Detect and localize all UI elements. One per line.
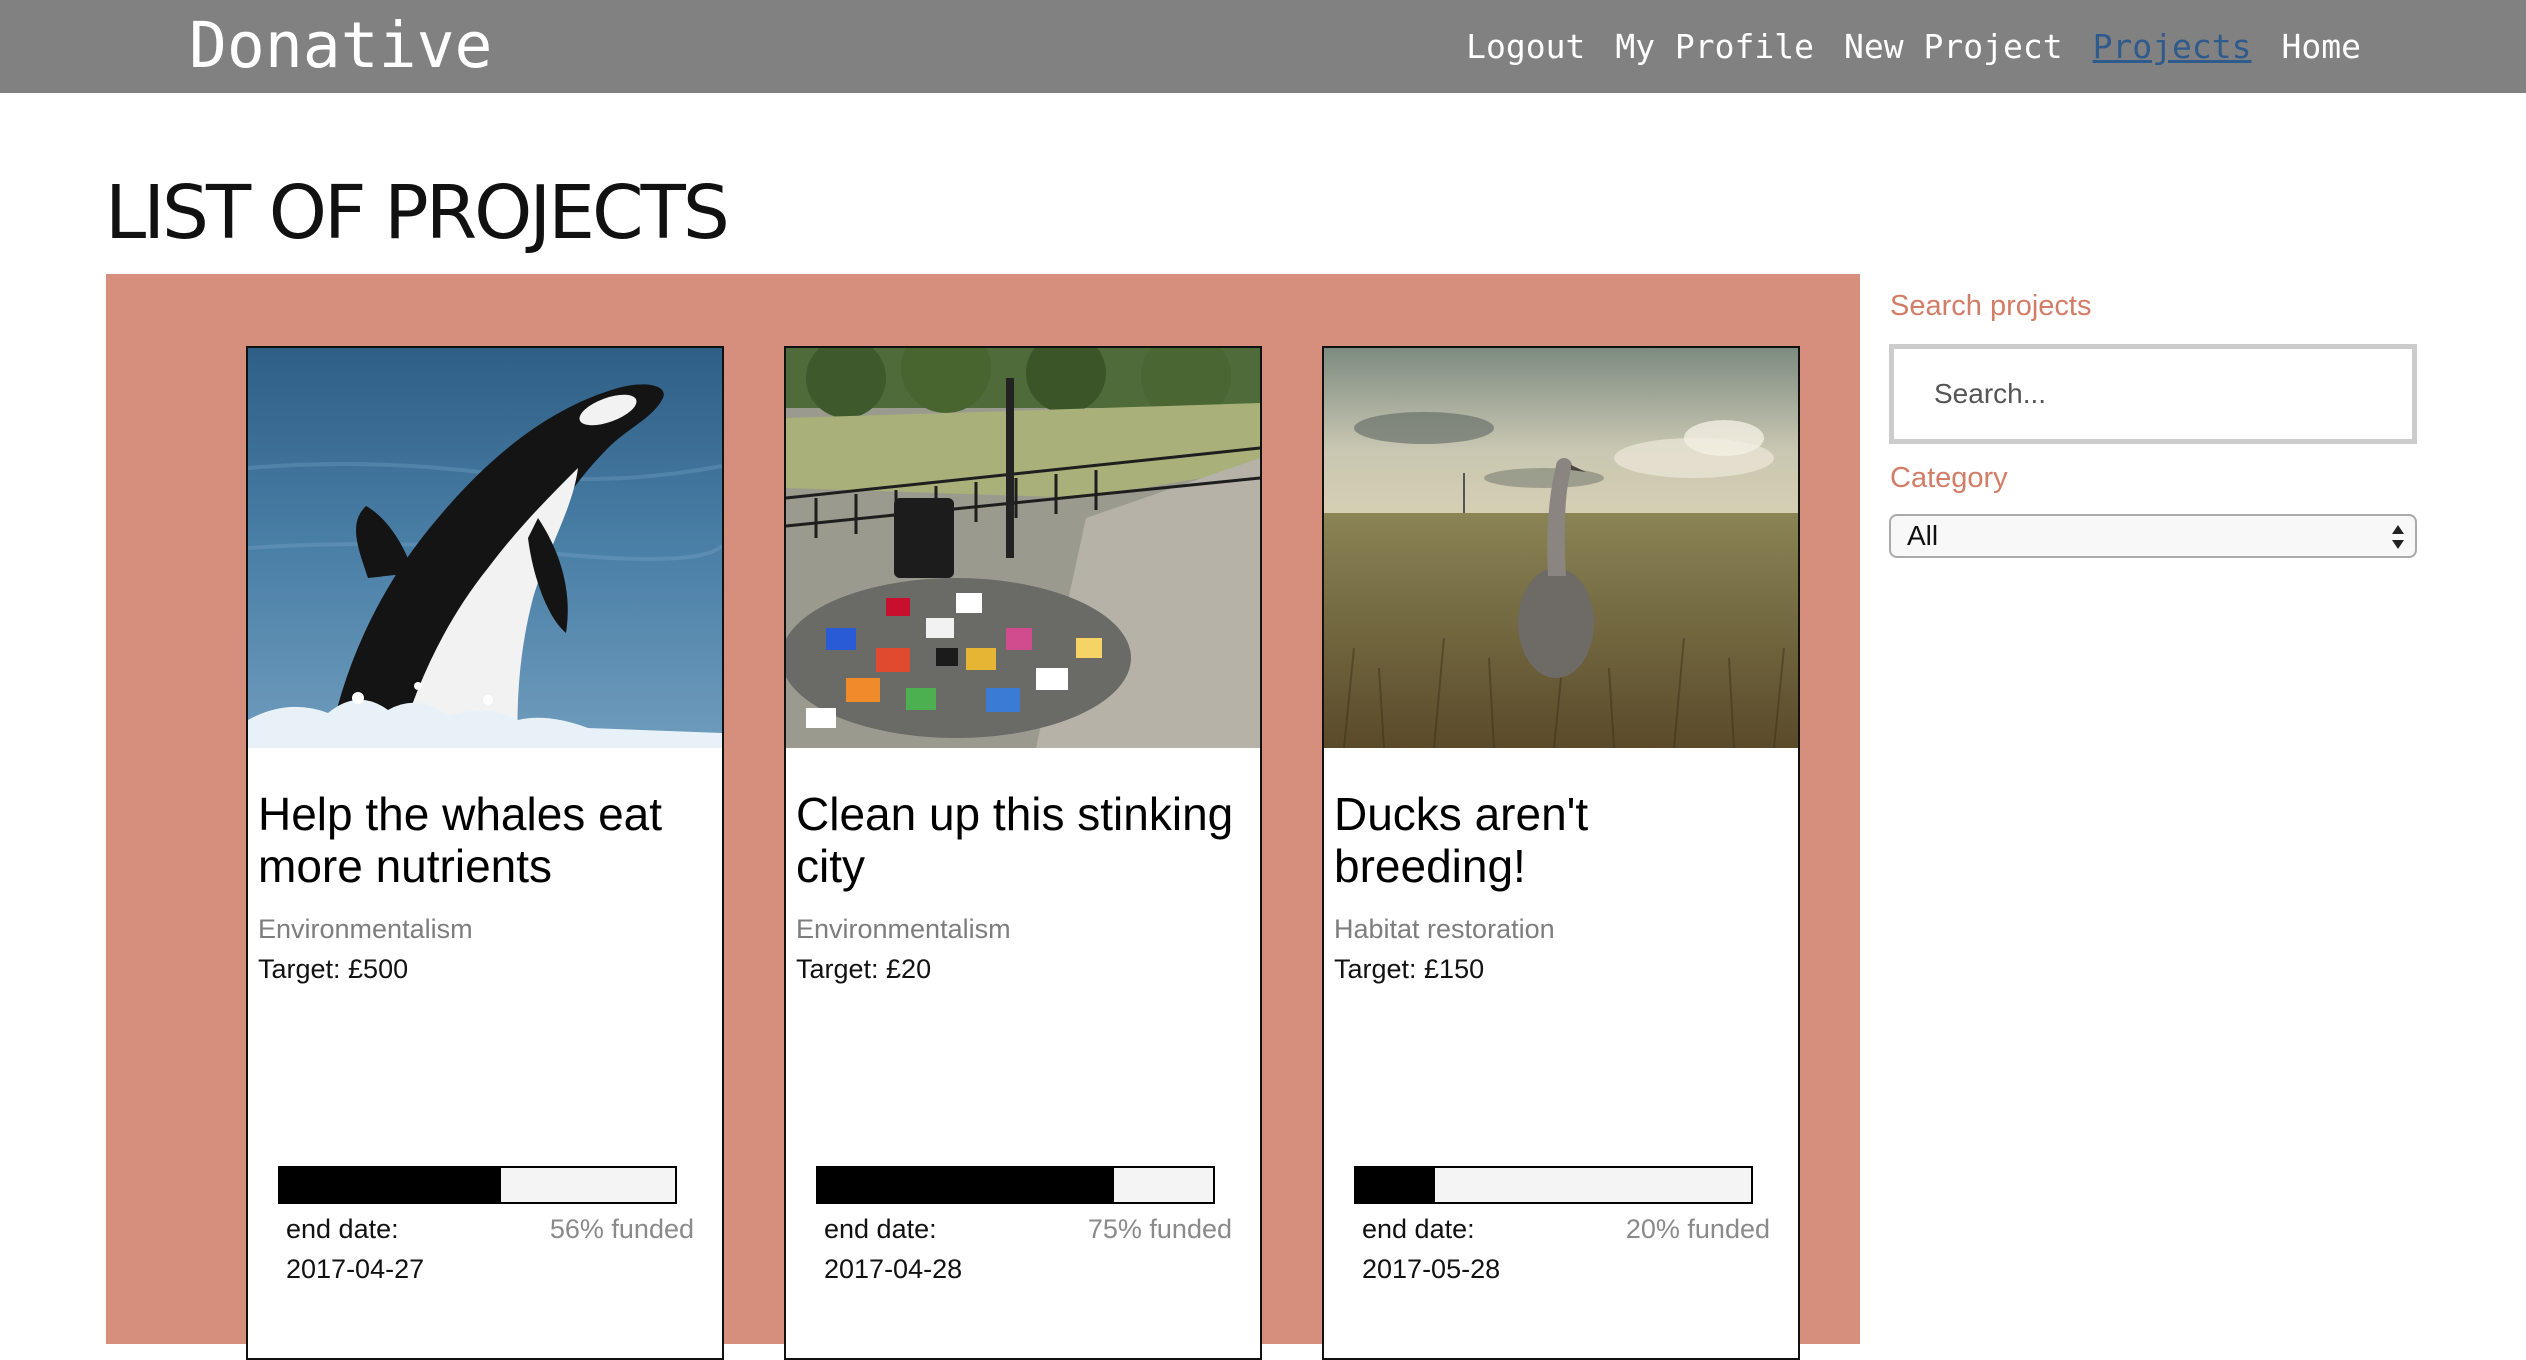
project-category: Environmentalism — [258, 914, 473, 944]
end-date-label: end date: — [1362, 1214, 1475, 1244]
bird-in-field-photo[interactable] — [1324, 348, 1798, 748]
project-card[interactable]: Help the whales eat more nutrients Envir… — [246, 346, 724, 1360]
select-arrows-icon — [2392, 525, 2404, 549]
category-label: Category — [1890, 462, 2008, 494]
end-date-value: 2017-05-28 — [1362, 1254, 1501, 1284]
project-card[interactable]: Ducks aren't breeding! Habitat restorati… — [1322, 346, 1800, 1360]
project-title[interactable]: Ducks aren't breeding! — [1334, 788, 1790, 892]
funding-progress-bar — [1354, 1166, 1753, 1204]
funding-progress-fill — [1356, 1168, 1435, 1202]
nav-home-link[interactable]: Home — [2282, 27, 2361, 66]
top-navbar: Donative Logout My Profile New Project P… — [0, 0, 2526, 93]
nav-logout-link[interactable]: Logout — [1466, 27, 1585, 66]
end-date-label: end date: — [824, 1214, 937, 1244]
funding-progress-bar — [278, 1166, 677, 1204]
litter-pile-photo[interactable] — [786, 348, 1260, 748]
project-card[interactable]: Clean up this stinking city Environmenta… — [784, 346, 1262, 1360]
end-date-value: 2017-04-27 — [286, 1254, 425, 1284]
project-target: Target: £150 — [1334, 954, 1485, 984]
nav-projects-link[interactable]: Projects — [2093, 27, 2252, 66]
funding-progress-fill — [280, 1168, 502, 1202]
project-category: Habitat restoration — [1334, 914, 1555, 944]
category-select[interactable]: All — [1889, 514, 2417, 558]
projects-panel: Help the whales eat more nutrients Envir… — [106, 274, 1860, 1360]
project-title[interactable]: Clean up this stinking city — [796, 788, 1252, 892]
funded-percent-text: 20% funded — [1625, 1214, 1770, 1244]
nav-new-project-link[interactable]: New Project — [1844, 27, 2063, 66]
project-category: Environmentalism — [796, 914, 1011, 944]
end-date-value: 2017-04-28 — [824, 1254, 963, 1284]
funding-progress-fill — [818, 1168, 1115, 1202]
project-target: Target: £20 — [796, 954, 932, 984]
funded-percent-text: 75% funded — [1087, 1214, 1232, 1244]
category-selected-value: All — [1907, 520, 1939, 551]
funded-percent-text: 56% funded — [549, 1214, 694, 1244]
orca-breaching-photo[interactable] — [248, 348, 722, 748]
brand-logo[interactable]: Donative — [189, 8, 492, 84]
search-input[interactable] — [1889, 344, 2417, 444]
funding-progress-bar — [816, 1166, 1215, 1204]
page-title: LIST OF PROJECTS — [105, 170, 730, 256]
nav-my-profile-link[interactable]: My Profile — [1615, 27, 1814, 66]
project-target: Target: £500 — [258, 954, 409, 984]
nav-links: Logout My Profile New Project Projects H… — [1466, 0, 2361, 93]
end-date-label: end date: — [286, 1214, 399, 1244]
project-title[interactable]: Help the whales eat more nutrients — [258, 788, 714, 892]
search-projects-label: Search projects — [1890, 290, 2092, 322]
